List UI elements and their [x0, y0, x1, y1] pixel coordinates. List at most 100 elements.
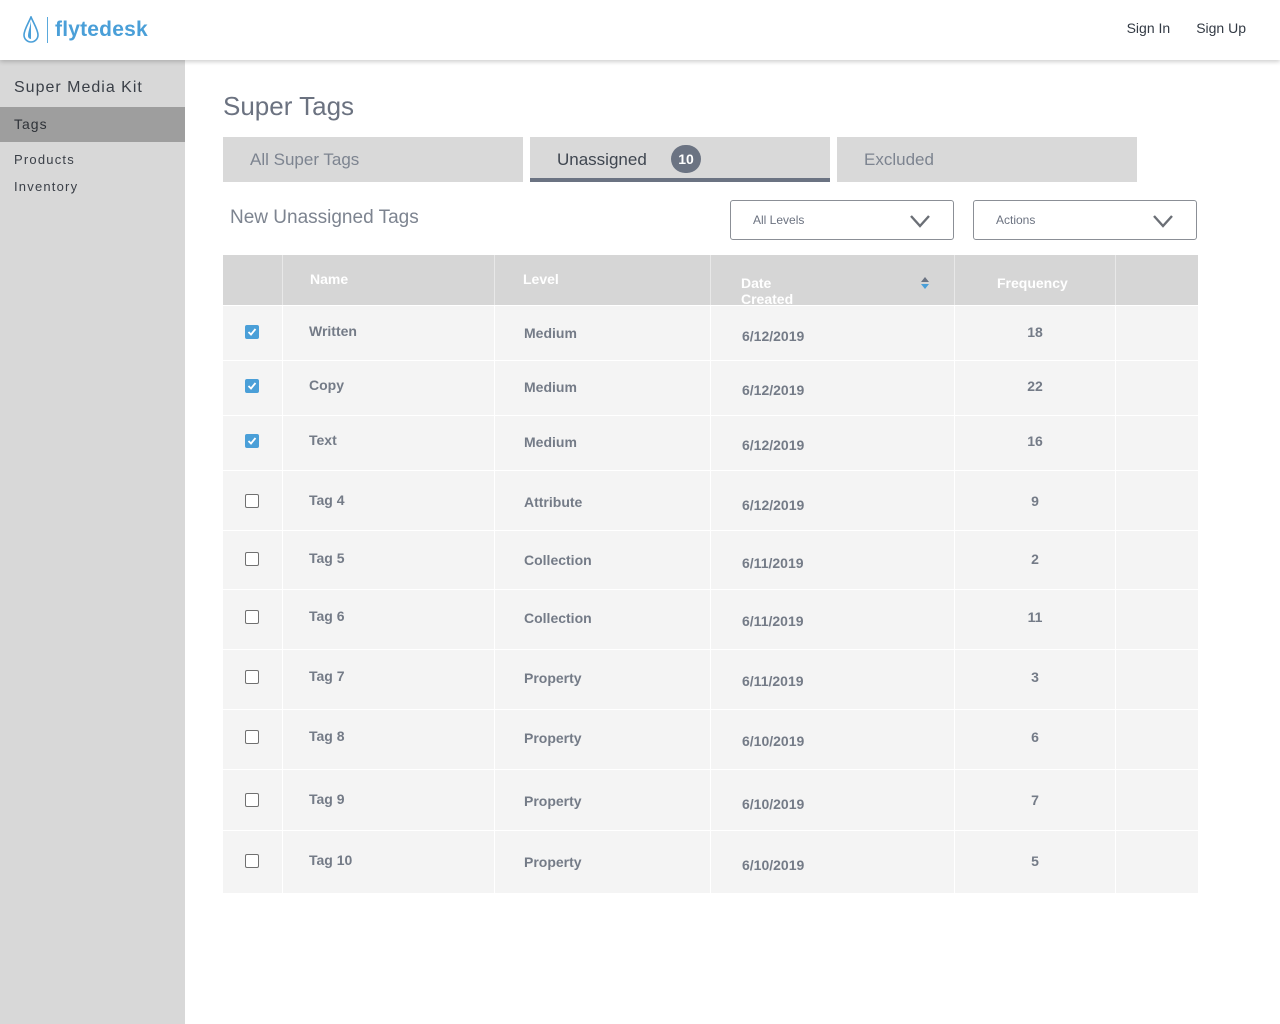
- count-badge: 10: [671, 145, 701, 173]
- column-divider: [494, 255, 495, 305]
- top-bar: flytedesk Sign In Sign Up: [0, 0, 1280, 60]
- row-checkbox[interactable]: [245, 434, 259, 448]
- tab-unassigned[interactable]: Unassigned 10: [530, 137, 830, 182]
- logo-divider: [47, 17, 48, 43]
- column-header-label: Name: [310, 271, 349, 287]
- table-row[interactable]: Tag 4 Attribute 6/12/2019 9: [223, 470, 1198, 530]
- row-checkbox[interactable]: [245, 610, 259, 624]
- tag-name: Tag 7: [309, 668, 345, 684]
- brand-name: flytedesk: [55, 18, 148, 41]
- column-divider: [494, 831, 495, 893]
- tab-all-super-tags[interactable]: All Super Tags: [223, 137, 523, 182]
- column-divider: [710, 590, 711, 649]
- section-title: New Unassigned Tags: [230, 207, 419, 228]
- table-row[interactable]: Copy Medium 6/12/2019 22: [223, 360, 1198, 415]
- sidebar-item-products[interactable]: Products: [14, 152, 75, 167]
- sidebar-item-label: Tags: [14, 116, 48, 132]
- column-divider: [494, 416, 495, 470]
- tab-label: Unassigned: [557, 150, 647, 169]
- column-divider: [282, 306, 283, 360]
- column-divider: [710, 255, 711, 305]
- table-row[interactable]: Tag 10 Property 6/10/2019 5: [223, 830, 1198, 893]
- chevron-down-icon: [1153, 215, 1173, 228]
- column-divider: [710, 531, 711, 589]
- column-divider: [494, 471, 495, 530]
- column-divider: [282, 531, 283, 589]
- tag-frequency: 6: [1031, 729, 1039, 745]
- tag-level: Collection: [524, 552, 592, 568]
- sidebar-title[interactable]: Super Media Kit: [14, 79, 143, 97]
- tab-excluded[interactable]: Excluded: [837, 137, 1137, 182]
- checkmark-icon: [247, 437, 257, 445]
- table-row[interactable]: Tag 6 Collection 6/11/2019 11: [223, 589, 1198, 649]
- tag-frequency: 3: [1031, 669, 1039, 685]
- brand-logo[interactable]: flytedesk: [22, 14, 148, 46]
- column-divider: [710, 650, 711, 709]
- tag-level: Attribute: [524, 494, 583, 510]
- column-divider: [282, 831, 283, 893]
- table-header: Name Level Date Created Frequency: [223, 255, 1198, 307]
- row-checkbox[interactable]: [245, 325, 259, 339]
- tag-frequency: 16: [1027, 433, 1043, 449]
- row-checkbox[interactable]: [245, 670, 259, 684]
- tag-date-created: 6/10/2019: [742, 733, 805, 749]
- tag-name: Tag 5: [309, 550, 345, 566]
- tag-level: Property: [524, 854, 582, 870]
- row-checkbox[interactable]: [245, 793, 259, 807]
- table-row[interactable]: Tag 5 Collection 6/11/2019 2: [223, 530, 1198, 589]
- table-row[interactable]: Tag 9 Property 6/10/2019 7: [223, 769, 1198, 830]
- level-filter-dropdown[interactable]: All Levels: [730, 200, 954, 240]
- tag-date-created: 6/11/2019: [742, 555, 804, 571]
- table-body: Written Medium 6/12/2019 18 Copy Medium 6/12/2…: [223, 305, 1198, 893]
- sidebar-item-inventory[interactable]: Inventory: [14, 179, 78, 194]
- sign-up-link[interactable]: Sign Up: [1196, 20, 1246, 36]
- tag-date-created: 6/11/2019: [742, 673, 804, 689]
- tag-date-created: 6/10/2019: [742, 857, 805, 873]
- column-header-label: Date Created: [741, 275, 794, 307]
- column-divider: [282, 416, 283, 470]
- tag-date-created: 6/12/2019: [742, 497, 805, 513]
- table-row[interactable]: Written Medium 6/12/2019 18: [223, 305, 1198, 360]
- column-divider: [282, 710, 283, 769]
- row-checkbox[interactable]: [245, 854, 259, 868]
- column-divider: [282, 770, 283, 830]
- tag-frequency: 22: [1027, 378, 1043, 394]
- tab-label: Excluded: [864, 150, 934, 169]
- tag-name: Tag 8: [309, 728, 345, 744]
- tag-date-created: 6/12/2019: [742, 328, 805, 344]
- sign-in-link[interactable]: Sign In: [1127, 20, 1171, 36]
- column-divider: [282, 361, 283, 415]
- table-row[interactable]: Tag 8 Property 6/10/2019 6: [223, 709, 1198, 769]
- row-checkbox[interactable]: [245, 730, 259, 744]
- column-divider: [282, 650, 283, 709]
- column-divider: [710, 306, 711, 360]
- page-title: Super Tags: [223, 91, 355, 121]
- checkmark-icon: [247, 382, 257, 390]
- sidebar-item-tags[interactable]: Tags: [0, 107, 185, 142]
- sidebar: Super Media Kit Tags Products Inventory: [0, 60, 185, 1024]
- tag-frequency: 5: [1031, 853, 1039, 869]
- column-divider: [494, 531, 495, 589]
- tab-label: All Super Tags: [250, 150, 360, 169]
- column-divider: [710, 770, 711, 830]
- table-row[interactable]: Tag 7 Property 6/11/2019 3: [223, 649, 1198, 709]
- row-checkbox[interactable]: [245, 494, 259, 508]
- tag-frequency: 9: [1031, 493, 1039, 509]
- checkmark-icon: [247, 328, 257, 336]
- chevron-down-icon: [910, 215, 930, 228]
- tag-name: Tag 9: [309, 791, 345, 807]
- tag-level: Property: [524, 730, 582, 746]
- tag-level: Collection: [524, 610, 592, 626]
- column-divider: [494, 590, 495, 649]
- row-checkbox[interactable]: [245, 379, 259, 393]
- row-checkbox[interactable]: [245, 552, 259, 566]
- sort-up-down-icon[interactable]: [920, 276, 930, 290]
- tag-name: Tag 10: [309, 852, 353, 868]
- tag-level: Property: [524, 793, 582, 809]
- tag-level: Medium: [524, 379, 577, 395]
- actions-dropdown[interactable]: Actions: [973, 200, 1197, 240]
- tags-table: Name Level Date Created Frequency Writte…: [223, 255, 1198, 893]
- table-row[interactable]: Text Medium 6/12/2019 16: [223, 415, 1198, 470]
- column-divider: [282, 255, 283, 305]
- auth-links: Sign In Sign Up: [1127, 20, 1246, 36]
